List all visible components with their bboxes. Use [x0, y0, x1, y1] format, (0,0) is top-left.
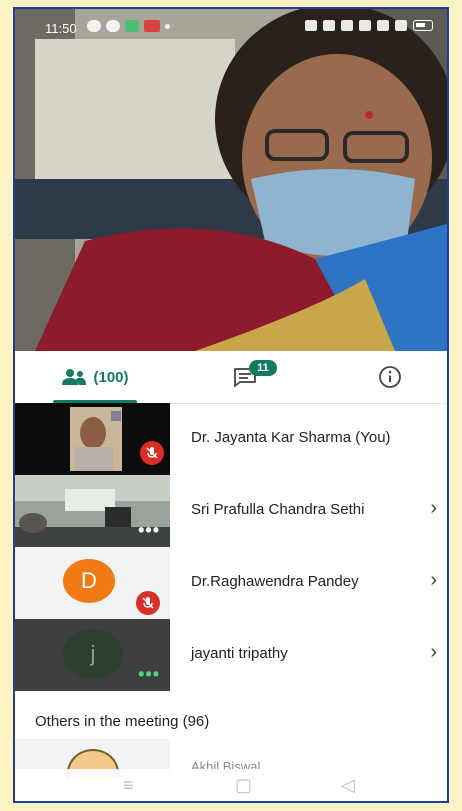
status-bar: 11:50: [15, 9, 447, 43]
battery-icon: [413, 20, 433, 31]
status-time: 11:50: [45, 21, 77, 36]
app-notification-icon: [125, 20, 139, 32]
chevron-right-icon[interactable]: ›: [430, 569, 437, 592]
system-status-icons: [305, 20, 433, 31]
notification-icons: [87, 20, 170, 32]
vibrate-icon: [341, 20, 353, 31]
participant-avatar-tile: j •••: [15, 619, 170, 691]
participant-row[interactable]: ••• Sri Prafulla Chandra Sethi ›: [15, 475, 447, 547]
chat-unread-badge: 11: [249, 360, 277, 376]
mic-off-icon: [136, 591, 160, 615]
headphone-icon: [323, 20, 335, 31]
avatar: j: [63, 629, 123, 679]
app-notification-icon: [144, 20, 160, 32]
tab-people[interactable]: (100): [45, 351, 145, 403]
more-dots-icon: •••: [138, 664, 160, 684]
more-notifications-icon: [165, 24, 170, 29]
main-video-feed[interactable]: 11:50: [15, 9, 447, 351]
participant-row[interactable]: D Dr.Raghawendra Pandey ›: [15, 547, 447, 619]
meeting-tabs: (100) 11: [15, 351, 447, 404]
system-navigation-bar: ≡ ▢ ◁: [15, 769, 447, 801]
tab-chat[interactable]: 11: [215, 351, 277, 403]
more-dots-icon: •••: [138, 520, 160, 540]
meeting-screen: 11:50 (100) 11 Dr. Jayanta Kar Sharma (Y…: [13, 7, 449, 803]
participant-video-thumbnail: •••: [15, 475, 170, 547]
chevron-right-icon[interactable]: ›: [430, 497, 437, 520]
mic-off-icon: [140, 441, 164, 465]
signal-icon: [395, 20, 407, 31]
people-icon: [62, 369, 87, 385]
volte-icon: [377, 20, 389, 31]
participant-name: Sri Prafulla Chandra Sethi: [191, 501, 365, 518]
back-icon[interactable]: ◁: [341, 775, 355, 796]
participant-row[interactable]: j ••• jayanti tripathy ›: [15, 619, 447, 691]
participant-name: jayanti tripathy: [191, 645, 288, 662]
notification-icon: [106, 20, 120, 32]
people-count: (100): [93, 368, 129, 386]
participant-avatar-tile: D: [15, 547, 170, 619]
participant-video-thumbnail: [15, 403, 170, 475]
participant-name: Dr. Jayanta Kar Sharma (You): [191, 429, 391, 446]
tab-info[interactable]: [370, 351, 410, 403]
avatar: D: [63, 559, 115, 603]
chevron-right-icon[interactable]: ›: [430, 641, 437, 664]
speaker-video-image: [15, 9, 447, 351]
others-section-heading: Others in the meeting (96): [35, 713, 210, 730]
participant-name: Dr.Raghawendra Pandey: [191, 573, 359, 590]
participant-row[interactable]: Dr. Jayanta Kar Sharma (You): [15, 403, 447, 475]
menu-icon[interactable]: ≡: [123, 775, 134, 796]
wifi-icon: [359, 20, 371, 31]
bluetooth-icon: [305, 20, 317, 31]
notification-icon: [87, 20, 101, 32]
info-icon: [379, 366, 401, 388]
home-icon[interactable]: ▢: [235, 775, 252, 796]
